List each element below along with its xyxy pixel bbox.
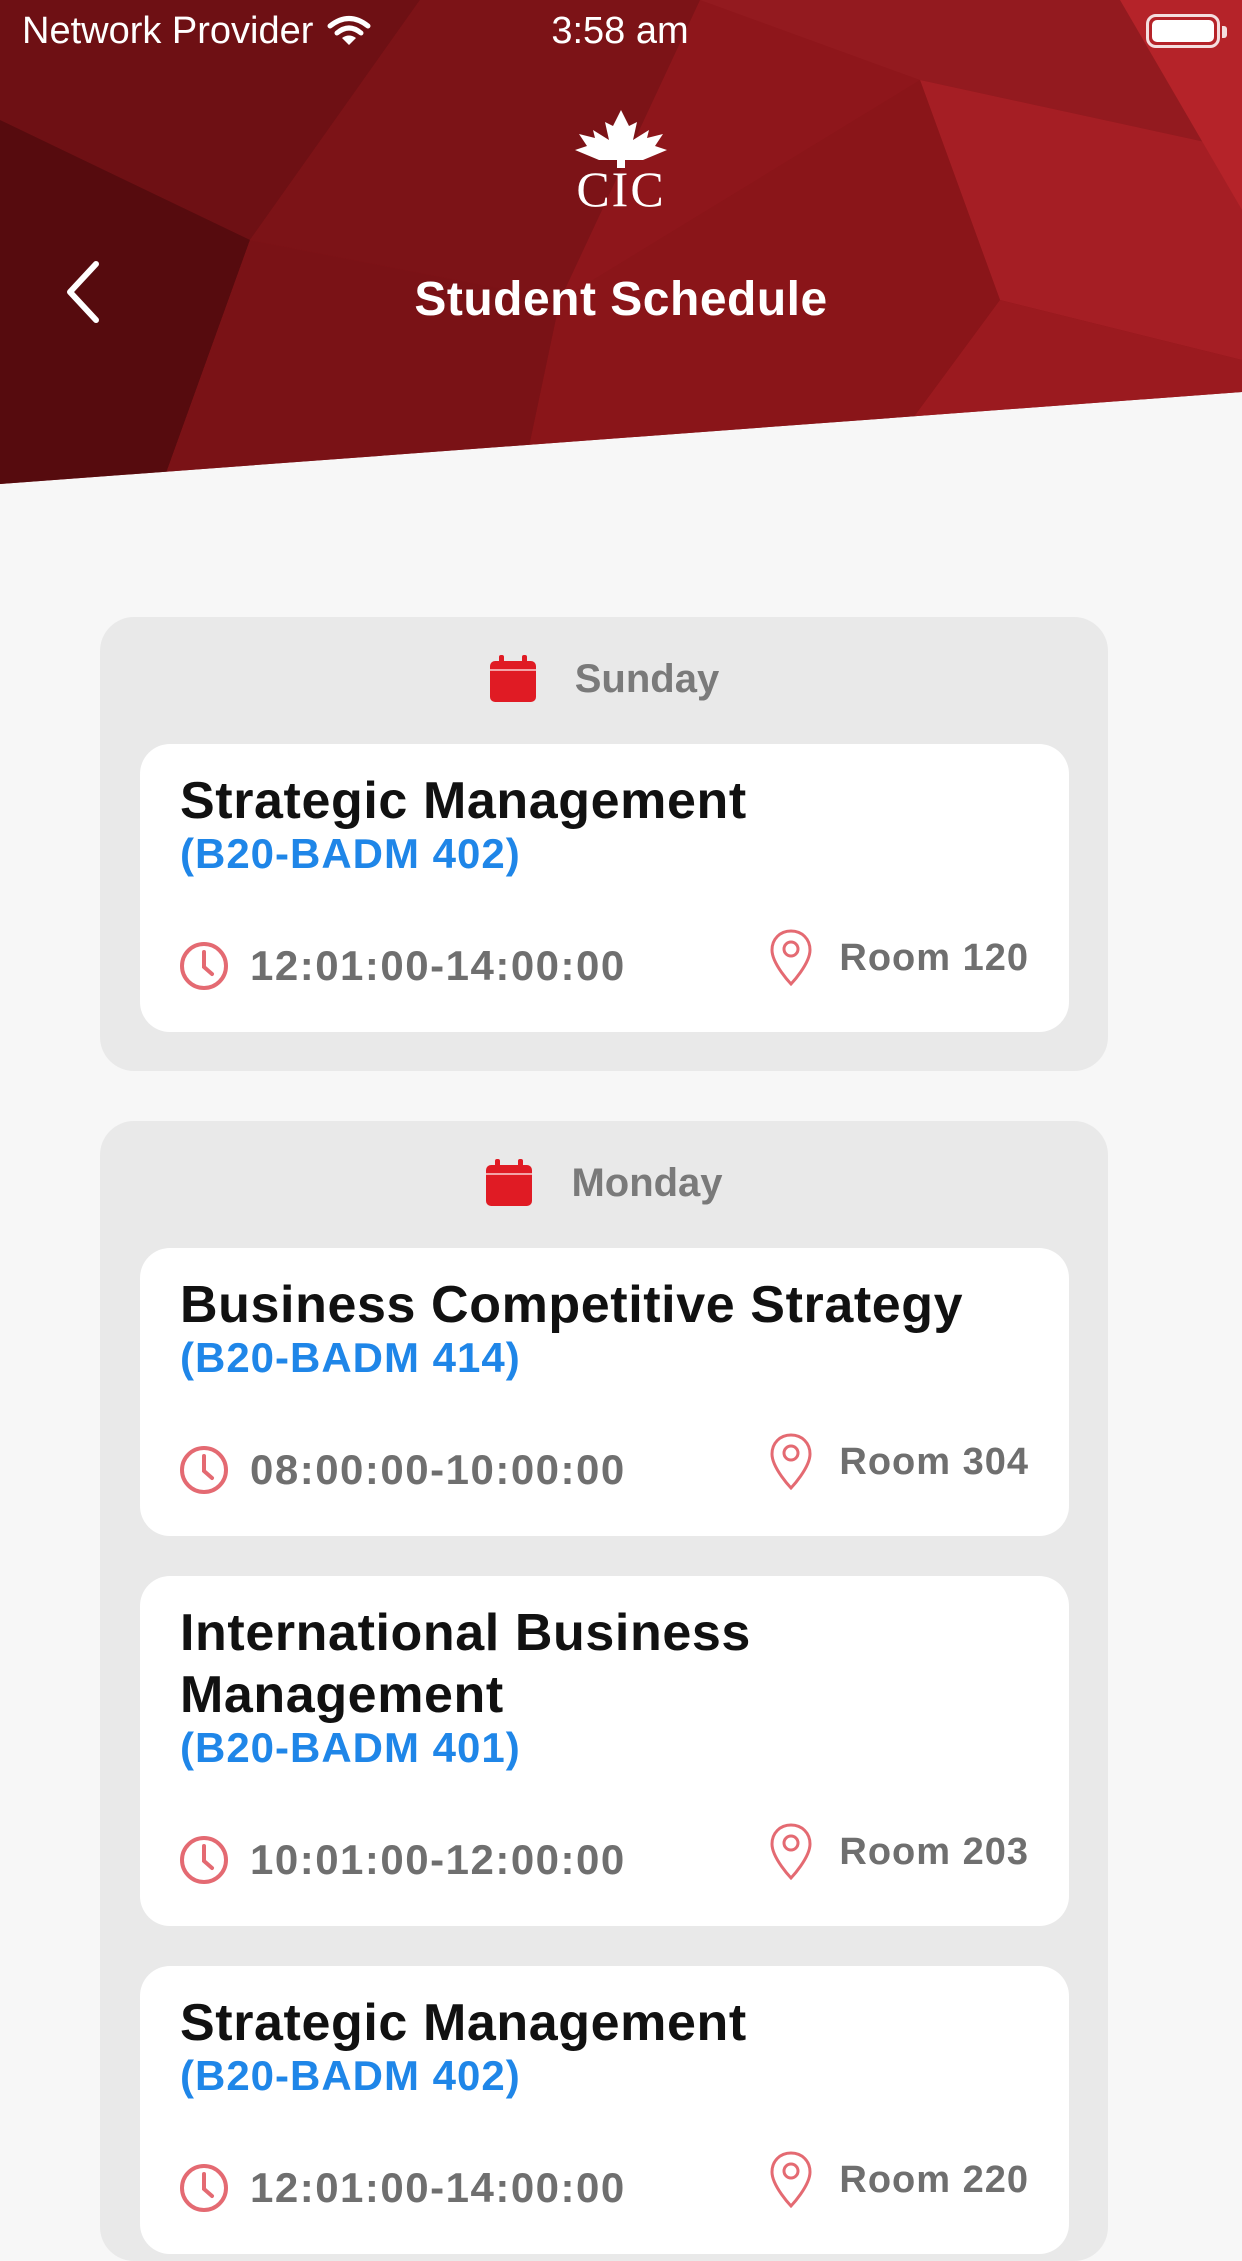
battery-icon — [1146, 14, 1227, 48]
calendar-icon — [486, 1159, 533, 1206]
day-group-monday: Monday Business Competitive Strategy (B2… — [100, 1121, 1108, 2261]
page-title: Student Schedule — [414, 273, 828, 326]
room-row: Room 120 — [769, 928, 1029, 988]
day-header: Monday — [100, 1157, 1108, 1209]
day-header: Sunday — [100, 653, 1108, 705]
class-card[interactable]: International Business Management (B20-B… — [140, 1576, 1069, 1926]
room-row: Room 203 — [769, 1822, 1029, 1882]
course-code: (B20-BADM 402) — [180, 2052, 521, 2099]
clock-icon — [180, 1446, 228, 1494]
day-group-sunday: Sunday Strategic Management (B20-BADM 40… — [100, 617, 1108, 1071]
time-row: 12:01:00-14:00:00 — [178, 940, 626, 992]
time-row: 10:01:00-12:00:00 — [178, 1834, 626, 1886]
day-label: Monday — [571, 1160, 723, 1205]
class-card[interactable]: Strategic Management (B20-BADM 402) 12:0… — [140, 1966, 1069, 2254]
time-row: 08:00:00-10:00:00 — [178, 1444, 626, 1496]
map-pin-icon — [770, 1433, 812, 1491]
class-card[interactable]: Business Competitive Strategy (B20-BADM … — [140, 1248, 1069, 1536]
course-code: (B20-BADM 414) — [180, 1334, 521, 1381]
maple-leaf-icon — [575, 110, 667, 168]
battery-fill — [1152, 20, 1214, 42]
course-title: Strategic Management — [180, 772, 747, 830]
status-bar: Network Provider 3:58 am — [0, 0, 1242, 64]
course-title: International Business Management — [180, 1604, 751, 1724]
room-text: Room 203 — [839, 1830, 1029, 1873]
battery-cap — [1222, 26, 1227, 38]
room-text: Room 220 — [839, 2158, 1029, 2201]
course-title: Strategic Management — [180, 1994, 747, 2052]
header-background — [0, 0, 1242, 484]
day-label: Sunday — [574, 656, 720, 701]
room-text: Room 120 — [839, 936, 1029, 979]
clock-icon — [180, 1836, 228, 1884]
map-pin-icon — [770, 929, 812, 987]
calendar-icon — [489, 655, 536, 702]
time-text: 10:01:00-12:00:00 — [250, 1836, 626, 1883]
course-code: (B20-BADM 402) — [180, 830, 521, 877]
time-text: 12:01:00-14:00:00 — [250, 2164, 626, 2211]
course-title: Business Competitive Strategy — [180, 1276, 964, 1334]
cic-logo: CIC — [563, 108, 679, 217]
status-time-label: 3:58 am — [551, 10, 689, 52]
clock-icon — [180, 2164, 228, 2212]
map-pin-icon — [770, 2151, 812, 2209]
room-row: Room 220 — [769, 2150, 1029, 2210]
map-pin-icon — [770, 1823, 812, 1881]
clock-icon — [180, 942, 228, 990]
header-banner: Network Provider 3:58 am CIC Student Sch… — [0, 0, 1242, 484]
room-row: Room 304 — [769, 1432, 1029, 1492]
class-card[interactable]: Strategic Management (B20-BADM 402) 12:0… — [140, 744, 1069, 1032]
logo-text: CIC — [576, 161, 666, 217]
time-text: 12:01:00-14:00:00 — [250, 942, 626, 989]
course-code: (B20-BADM 401) — [180, 1724, 521, 1771]
room-text: Room 304 — [839, 1440, 1029, 1483]
status-time: 3:58 am — [0, 10, 1242, 53]
time-row: 12:01:00-14:00:00 — [178, 2162, 626, 2214]
time-text: 08:00:00-10:00:00 — [250, 1446, 626, 1493]
